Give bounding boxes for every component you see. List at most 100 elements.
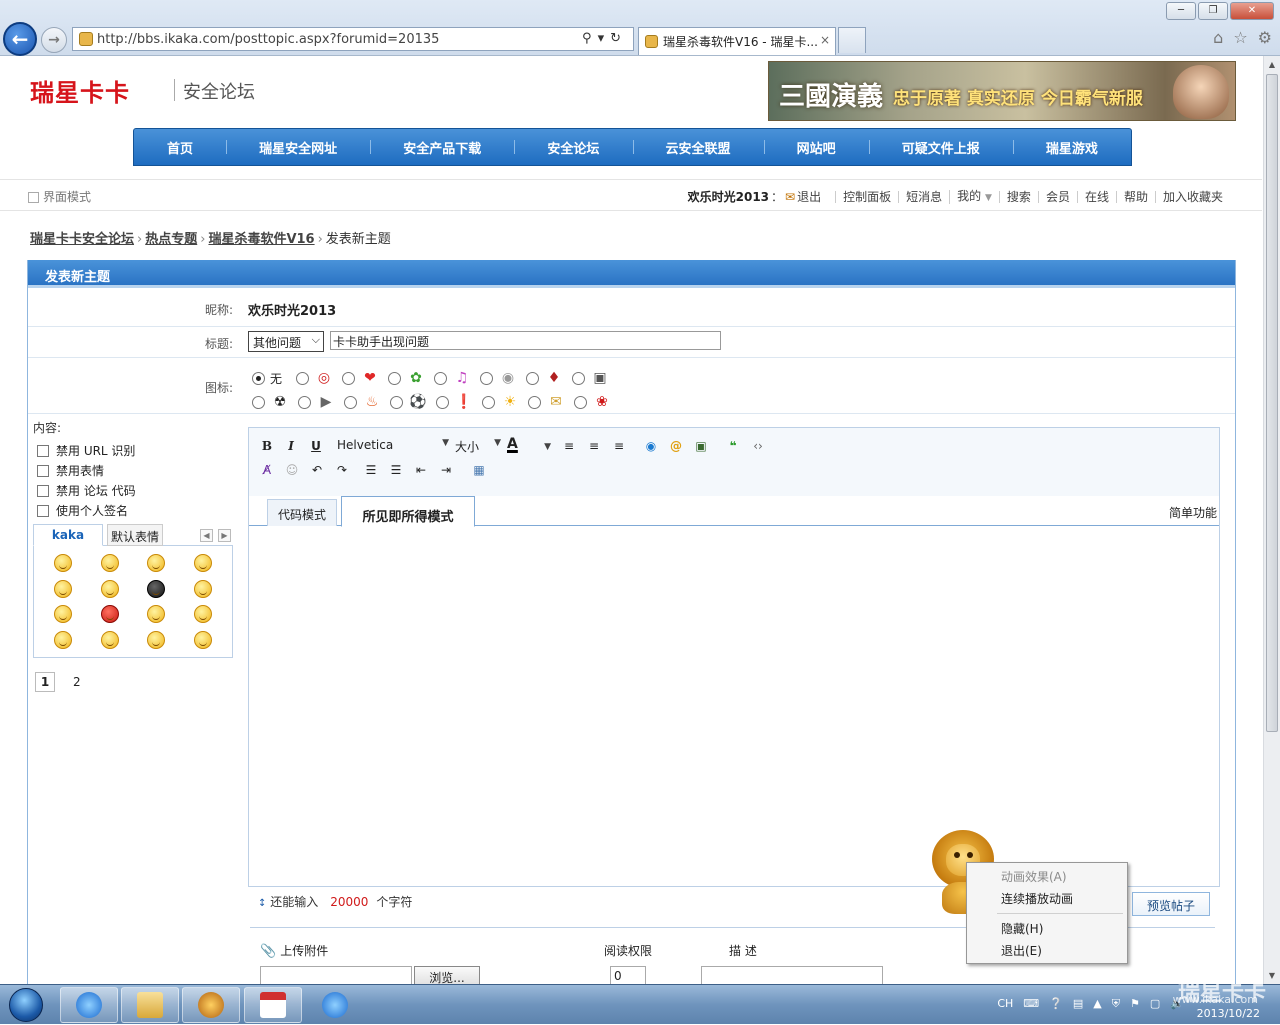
undo-icon[interactable]: ↶ [307, 460, 327, 480]
smiley-icon[interactable] [193, 579, 212, 598]
option-disable-bbcode[interactable]: 禁用 论坛 代码 [37, 482, 136, 499]
ad-banner[interactable]: 三國演義 忠于原著 真实还原 今日霸气新服 [768, 61, 1236, 121]
smiley-icon[interactable] [147, 579, 166, 598]
tab-code-mode[interactable]: 代码模式 [267, 499, 337, 526]
smiley-icon[interactable] [193, 631, 212, 650]
align-left-icon[interactable]: ≡ [559, 436, 579, 456]
smiley-icon[interactable] [54, 553, 73, 572]
smiley-icon[interactable] [100, 553, 119, 572]
menu-item-exit[interactable]: 退出(E) [1001, 942, 1042, 959]
page-1[interactable]: 1 [35, 672, 55, 692]
align-right-icon[interactable]: ≡ [609, 436, 629, 456]
new-tab-button[interactable] [838, 27, 866, 53]
tab-smiley-kaka[interactable]: kaka [33, 524, 103, 546]
restore-button[interactable]: ❐ [1198, 2, 1228, 20]
smiley-icon[interactable] [193, 605, 212, 624]
icon-radio[interactable] [344, 395, 357, 409]
redo-icon[interactable]: ↷ [332, 460, 352, 480]
input-language[interactable]: CH [997, 997, 1013, 1011]
browser-tab[interactable]: 瑞星杀毒软件V16 - 瑞星卡... × [638, 27, 836, 55]
size-select[interactable]: 大小 ▼ [455, 438, 501, 455]
option-use-signature[interactable]: 使用个人签名 [37, 502, 128, 519]
checkbox[interactable] [37, 505, 49, 517]
help-icon[interactable]: ❔ [1049, 997, 1063, 1011]
smiley-icon[interactable] [147, 553, 166, 572]
site-logo[interactable]: 瑞星卡卡 [30, 73, 130, 108]
category-select[interactable]: 其他问题 ⌵ [248, 331, 324, 352]
unordered-list-icon[interactable]: ☰ [386, 460, 406, 480]
icon-radio[interactable] [572, 371, 586, 385]
icon-radio[interactable] [388, 371, 402, 385]
nav-item-safe-sites[interactable]: 瑞星安全网址 [226, 138, 370, 157]
breadcrumb-v16[interactable]: 瑞星杀毒软件V16 [208, 232, 314, 247]
icon-radio[interactable] [528, 395, 541, 409]
address-bar[interactable]: http://bbs.ikaka.com/posttopic.aspx?foru… [72, 27, 634, 51]
username[interactable]: 欢乐时光2013 [688, 188, 769, 205]
icon-radio[interactable] [480, 371, 494, 385]
smiley-icon[interactable] [54, 579, 73, 598]
icon-radio[interactable] [296, 371, 310, 385]
email-icon[interactable]: @ [666, 436, 686, 456]
font-select[interactable]: Helvetica ▼ [337, 438, 449, 452]
search-link[interactable]: 搜索 [998, 190, 1038, 203]
checkbox[interactable] [37, 445, 49, 457]
preview-button[interactable]: 预览帖子 [1132, 892, 1210, 916]
vertical-scrollbar[interactable]: ▲ ▼ [1263, 56, 1280, 984]
taskbar-rising-antivirus[interactable] [182, 987, 240, 1023]
favorites-star-icon[interactable]: ☆ [1233, 28, 1247, 47]
nav-item-games[interactable]: 瑞星游戏 [1012, 138, 1131, 157]
help-link[interactable]: 帮助 [1115, 190, 1155, 203]
bold-button[interactable]: B [257, 436, 277, 456]
chevron-right-icon[interactable]: ▶ [218, 529, 231, 542]
smiley-icon[interactable] [147, 631, 166, 650]
gear-icon[interactable]: ⚙ [1258, 28, 1272, 47]
menu-item-hide[interactable]: 隐藏(H) [1001, 920, 1043, 937]
link-globe-icon[interactable]: ◉ [641, 436, 661, 456]
read-permission-input[interactable]: 0 [610, 966, 646, 984]
smiley-icon[interactable] [54, 605, 73, 624]
my-menu-link[interactable]: 我的 ▼ [949, 189, 999, 204]
nav-item-cloud-alliance[interactable]: 云安全联盟 [632, 138, 764, 157]
scroll-up-icon[interactable]: ▲ [1264, 56, 1280, 73]
code-icon[interactable]: ‹› [748, 436, 768, 456]
taskbar-ie[interactable] [60, 987, 118, 1023]
logout-link[interactable]: 退出 [797, 191, 835, 203]
smiley-icon[interactable] [193, 553, 212, 572]
back-button[interactable]: ← [3, 22, 37, 56]
icon-radio[interactable] [574, 395, 587, 409]
start-button[interactable] [2, 985, 50, 1025]
nav-item-downloads[interactable]: 安全产品下载 [370, 138, 514, 157]
shield-icon[interactable]: ⛨ [1112, 997, 1120, 1011]
ui-mode-checkbox[interactable] [28, 192, 39, 203]
icon-radio[interactable] [252, 395, 265, 409]
menu-item-continuous-play[interactable]: 连续播放动画 [1001, 890, 1073, 907]
remove-format-icon[interactable]: A̸ [257, 460, 277, 480]
icon-radio[interactable] [298, 395, 311, 409]
tab-smiley-default[interactable]: 默认表情 [107, 524, 163, 546]
flag-icon[interactable]: ⚑ [1130, 997, 1140, 1011]
icon-radio[interactable] [526, 371, 540, 385]
font-color-select[interactable]: A ▼ [507, 436, 551, 456]
nav-item-home[interactable]: 首页 [134, 138, 226, 157]
underline-button[interactable]: U [306, 436, 326, 456]
table-icon[interactable]: ▦ [469, 460, 489, 480]
italic-button[interactable]: I [281, 436, 301, 456]
smiley-icon[interactable] [54, 631, 73, 650]
taskbar-calendar[interactable] [244, 987, 302, 1023]
tray-expand-icon[interactable]: ▲ [1093, 997, 1101, 1011]
nav-item-forum[interactable]: 安全论坛 [514, 138, 632, 157]
members-link[interactable]: 会员 [1037, 190, 1077, 203]
smiley-icon[interactable] [100, 605, 119, 624]
resize-arrows-icon[interactable]: ↕ [258, 898, 266, 909]
icon-radio[interactable] [434, 371, 448, 385]
nav-item-site-bar[interactable]: 网站吧 [763, 138, 869, 157]
messages-link[interactable]: 短消息 [898, 190, 949, 203]
page-2[interactable]: 2 [67, 673, 87, 693]
minimize-button[interactable]: ─ [1166, 2, 1196, 20]
ui-mode-toggle[interactable]: 界面模式 [28, 188, 91, 205]
smiley-icon[interactable] [100, 631, 119, 650]
outdent-icon[interactable]: ⇤ [411, 460, 431, 480]
tab-close-icon[interactable]: × [820, 33, 830, 47]
smiley-insert-icon[interactable]: ☺ [282, 460, 302, 480]
tab-wysiwyg-mode[interactable]: 所见即所得模式 [341, 496, 475, 527]
